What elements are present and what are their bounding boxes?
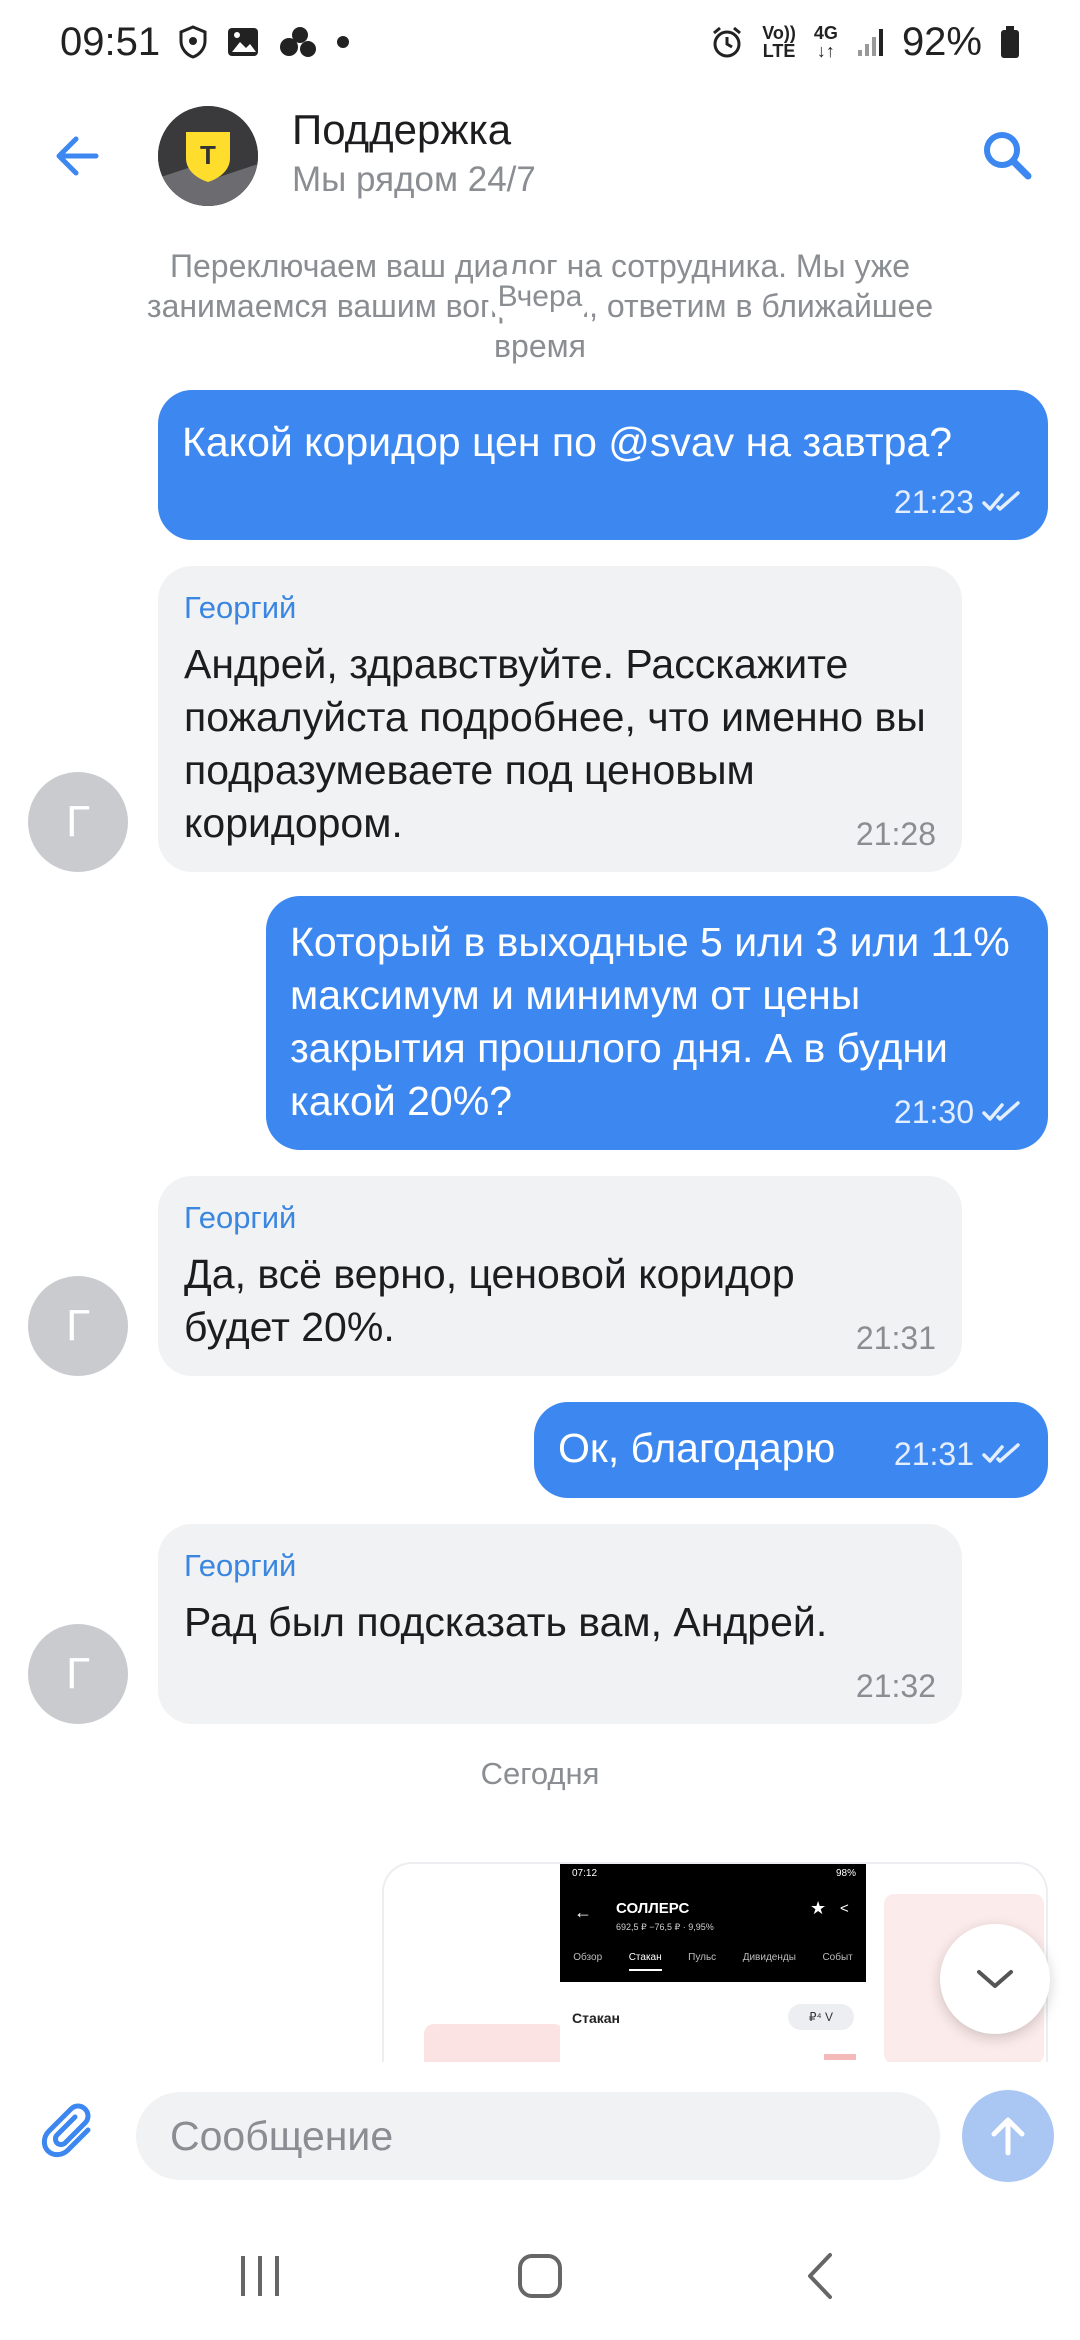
arrow-left-icon: ← — [574, 1902, 592, 1922]
home-icon — [518, 2254, 562, 2298]
agent-avatar[interactable]: Г — [28, 1276, 128, 1376]
thumbnail-tab-active: Стакан — [628, 1952, 662, 1971]
thumbnail-toggle: ₽⁴ V — [788, 2004, 854, 2030]
attach-button[interactable] — [38, 2100, 108, 2170]
message-input[interactable] — [136, 2092, 940, 2180]
screenshot-thumbnail: 07:12 98% ← СОЛЛЕРС 692,5 ₽ −76,5 ₽ · 9,… — [560, 1864, 866, 2062]
send-button[interactable] — [962, 2090, 1054, 2182]
svg-text:T: T — [200, 140, 216, 170]
thumbnail-subtitle: 692,5 ₽ −76,5 ₽ · 9,95% — [616, 1922, 714, 1932]
message-bubble-incoming[interactable]: Георгий Да, всё верно, ценовой коридор б… — [158, 1176, 962, 1376]
status-time: 09:51 — [60, 19, 161, 64]
battery-percent: 92% — [901, 19, 982, 64]
message-time: 21:32 — [855, 1668, 936, 1704]
message-time: 21:28 — [855, 816, 936, 852]
recent-apps-button[interactable] — [215, 2231, 305, 2321]
message-bubble-outgoing[interactable]: Ок, благодарю 21:31 — [534, 1402, 1048, 1498]
thumbnail-tab: Обзор — [573, 1952, 603, 1963]
status-bar: 09:51 Vo)) LTE 4G ↓↑ 92% — [0, 0, 1080, 84]
message-time: 21:31 — [855, 1320, 936, 1356]
blurred-area — [424, 2024, 564, 2062]
back-chevron-icon — [808, 2253, 832, 2299]
thumbnail-tab: Событ — [822, 1952, 853, 1963]
star-icon: ★ — [810, 1898, 827, 1918]
message-text: Да, всё верно, ценовой коридор будет 20%… — [184, 1251, 795, 1350]
signal-icon — [856, 26, 884, 58]
thumbnail-tabs: Обзор Стакан Пульс Дивиденды Событ — [560, 1952, 866, 1971]
alarm-icon — [710, 25, 744, 59]
thumbnail-tab: Пульс — [688, 1952, 717, 1963]
home-button[interactable] — [495, 2231, 585, 2321]
system-nav-bar — [0, 2212, 1080, 2340]
chat-subtitle: Мы рядом 24/7 — [292, 160, 536, 199]
recent-apps-icon — [241, 2256, 279, 2296]
message-text: Рад был подсказать вам, Андрей. — [184, 1599, 828, 1645]
message-text: Какой коридор цен по @svav на завтра? — [182, 419, 953, 465]
volte-icon: Vo)) LTE — [762, 23, 796, 61]
support-avatar[interactable]: T — [158, 106, 258, 206]
agent-avatar[interactable]: Г — [28, 1624, 128, 1724]
chat-title: Поддержка — [292, 106, 512, 153]
share-icon: < — [840, 1900, 849, 1917]
arrow-up-icon — [991, 2117, 1025, 2156]
message-bubble-incoming[interactable]: Георгий Андрей, здравствуйте. Расскажите… — [158, 566, 962, 872]
double-check-icon — [982, 1101, 1020, 1121]
sender-name: Георгий — [184, 590, 297, 625]
thumbnail-bar — [824, 2054, 856, 2060]
notification-dot-icon — [336, 35, 350, 49]
message-time: 21:30 — [893, 1094, 974, 1130]
back-nav-button[interactable] — [775, 2231, 865, 2321]
composer — [0, 2062, 1080, 2212]
search-icon — [984, 132, 1032, 180]
message-bubble-outgoing[interactable]: Какой коридор цен по @svav на завтра? 21… — [158, 390, 1048, 540]
chat-screen: 09:51 Vo)) LTE 4G ↓↑ 92% T Поддержка Мы … — [0, 0, 1080, 2340]
thumbnail-tab: Дивиденды — [742, 1952, 796, 1963]
date-label-yesterday: Вчера — [488, 274, 592, 320]
message-bubble-incoming[interactable]: Георгий Рад был подсказать вам, Андрей. … — [158, 1524, 962, 1724]
arrow-left-icon — [56, 136, 99, 176]
agent-avatar[interactable]: Г — [28, 772, 128, 872]
message-time: 21:23 — [893, 484, 974, 520]
status-right: Vo)) LTE 4G ↓↑ 92% — [710, 20, 1020, 65]
message-meta: 21:23 — [894, 484, 1022, 520]
chevron-down-icon — [977, 1970, 1013, 1988]
battery-icon — [1000, 25, 1020, 59]
date-label-today: Сегодня — [480, 1756, 600, 1791]
gallery-icon — [226, 26, 260, 58]
double-check-icon — [982, 1443, 1020, 1463]
shield-icon — [178, 25, 208, 59]
message-time: 21:31 — [893, 1436, 974, 1472]
sender-name: Георгий — [184, 1548, 297, 1583]
message-bubble-outgoing[interactable]: Который в выходные 5 или 3 или 11% макси… — [266, 896, 1048, 1150]
thumbnail-title: СОЛЛЕРС — [616, 1900, 690, 1917]
chat-header: T Поддержка Мы рядом 24/7 — [0, 96, 1080, 216]
scroll-down-button[interactable] — [940, 1924, 1050, 2034]
thumbnail-status: 07:12 98% — [572, 1868, 856, 1879]
tbank-logo-icon: T — [158, 106, 258, 206]
double-check-icon — [982, 491, 1020, 511]
message-text: Андрей, здравствуйте. Расскажите пожалуй… — [184, 641, 926, 846]
thumbnail-section-title: Стакан — [572, 2010, 621, 2026]
bubbles-icon — [278, 25, 318, 59]
status-left: 09:51 — [60, 20, 350, 65]
back-button[interactable] — [48, 126, 108, 186]
search-button[interactable] — [976, 124, 1038, 186]
sender-name: Георгий — [184, 1200, 297, 1235]
thumbnail-header: 07:12 98% ← СОЛЛЕРС 692,5 ₽ −76,5 ₽ · 9,… — [560, 1864, 866, 1982]
network-4g-icon: 4G ↓↑ — [813, 23, 838, 61]
message-meta: 21:31 — [894, 1436, 1022, 1472]
paperclip-icon — [41, 2103, 91, 2158]
message-meta: 21:30 — [894, 1094, 1022, 1130]
